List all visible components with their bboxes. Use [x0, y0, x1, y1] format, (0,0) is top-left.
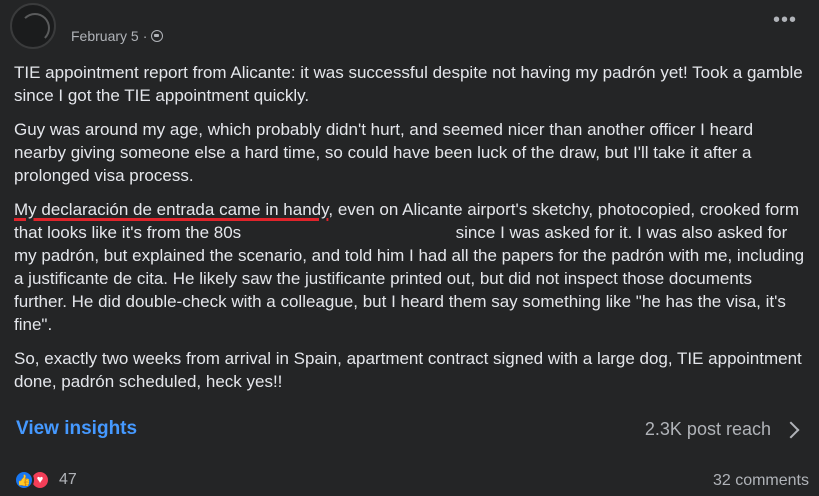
comments-count[interactable]: 32 comments [713, 472, 809, 490]
view-insights-link[interactable]: View insights [16, 418, 137, 440]
meta-separator: · [142, 28, 148, 44]
reactions-summary[interactable]: 👍 ♥ 47 [14, 470, 77, 490]
post-reach[interactable]: 2.3K post reach [645, 419, 771, 440]
paragraph-2: Guy was around my age, which probably di… [14, 120, 754, 185]
globe-icon[interactable] [151, 30, 164, 42]
author-name-redacted [66, 2, 252, 20]
reaction-count: 47 [59, 471, 77, 488]
paragraph-3: My declaración de entrada came in handy,… [14, 198, 809, 336]
post-date[interactable]: February 5 [71, 28, 139, 44]
paragraph-1: TIE appointment report from Alicante: it… [14, 63, 803, 105]
chevron-right-icon[interactable] [782, 421, 800, 439]
paragraph-4: So, exactly two weeks from arrival in Sp… [14, 349, 802, 391]
like-reaction-icon: 👍 [14, 470, 34, 490]
more-icon[interactable]: ••• [773, 10, 797, 30]
post-meta: February 5 · [71, 28, 164, 44]
redacted-block [245, 226, 451, 241]
post-body: TIE appointment report from Alicante: it… [14, 61, 809, 404]
post-header: February 5 · ••• [0, 0, 819, 60]
underlined-phrase: My declaración de entrada came in handy [14, 200, 329, 219]
avatar[interactable] [10, 3, 56, 49]
